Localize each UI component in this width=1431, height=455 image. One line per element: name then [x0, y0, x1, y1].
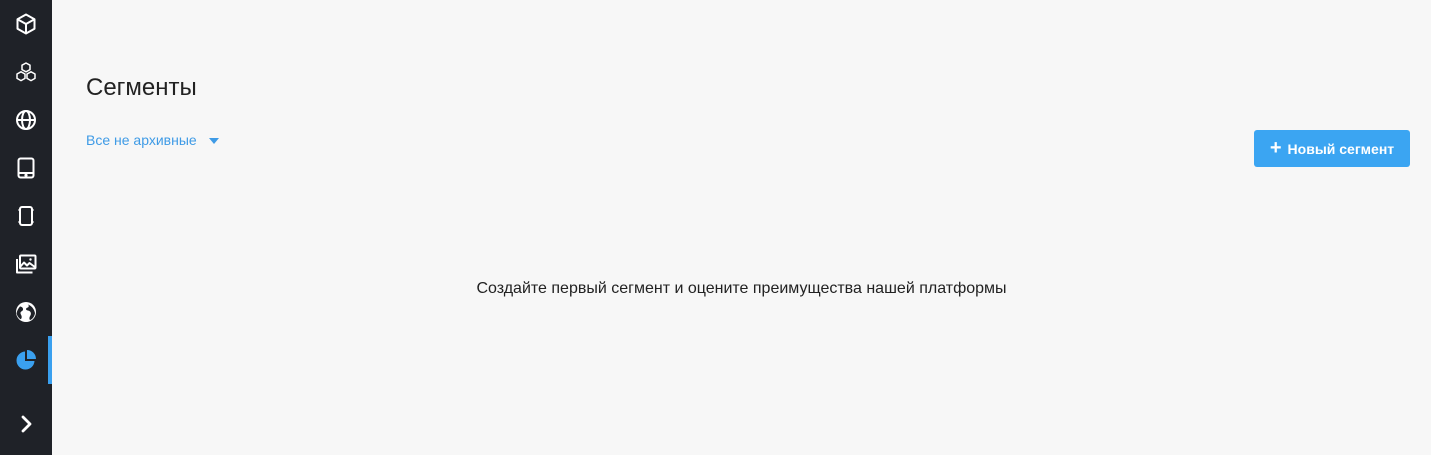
empty-state-message: Создайте первый сегмент и оцените преиму…	[476, 280, 1007, 297]
sidebar	[0, 0, 52, 455]
sidebar-expand-button[interactable]	[0, 400, 52, 448]
page-title: Сегменты	[86, 74, 197, 102]
new-segment-label: Новый сегмент	[1287, 140, 1395, 157]
sidebar-item-mobile[interactable]	[0, 192, 52, 240]
new-segment-button[interactable]: + Новый сегмент	[1254, 130, 1410, 167]
cube-icon	[16, 13, 36, 35]
caret-down-icon	[208, 137, 219, 144]
cubes-icon	[16, 62, 36, 82]
image-gallery-icon	[16, 254, 37, 274]
plus-icon: +	[1269, 136, 1282, 159]
tablet-icon	[17, 157, 35, 179]
sidebar-item-segments[interactable]	[0, 336, 52, 384]
earth-icon	[16, 302, 36, 322]
globe-icon	[16, 110, 36, 130]
pie-chart-icon	[16, 350, 36, 370]
sidebar-item-tablets[interactable]	[0, 144, 52, 192]
sidebar-item-websites[interactable]	[0, 96, 52, 144]
status-filter-dropdown[interactable]: Все не архивные	[86, 132, 219, 148]
chevron-right-icon	[21, 415, 32, 433]
sidebar-item-geo[interactable]	[0, 288, 52, 336]
mobile-device-icon	[18, 206, 34, 226]
sidebar-item-creatives[interactable]	[0, 240, 52, 288]
status-filter-label: Все не архивные	[86, 132, 197, 148]
sidebar-item-bundles[interactable]	[0, 48, 52, 96]
sidebar-item-products[interactable]	[0, 0, 52, 48]
